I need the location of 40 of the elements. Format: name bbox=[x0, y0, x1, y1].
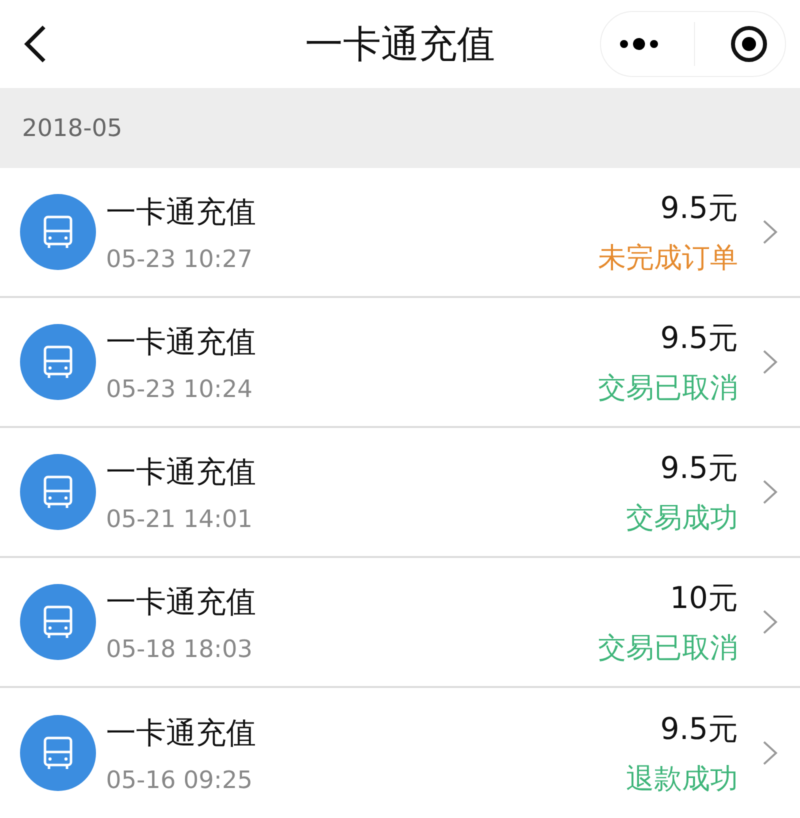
record-time: 05-18 18:03 bbox=[106, 634, 254, 662]
back-icon[interactable] bbox=[22, 24, 48, 64]
bus-icon bbox=[20, 194, 96, 270]
bus-icon bbox=[20, 324, 96, 400]
record-row[interactable]: 一卡通充值 05-18 18:03 10元 交易已取消 bbox=[0, 558, 800, 688]
record-time: 05-23 10:27 bbox=[106, 244, 254, 272]
record-row[interactable]: 一卡通充值 05-23 10:24 9.5元 交易已取消 bbox=[0, 298, 800, 428]
record-status: 交易成功 bbox=[626, 500, 738, 536]
record-title: 一卡通充值 bbox=[106, 454, 256, 492]
record-time: 05-23 10:24 bbox=[106, 374, 254, 402]
record-time: 05-16 09:25 bbox=[106, 766, 254, 794]
page-title: 一卡通充值 bbox=[305, 20, 495, 68]
more-icon[interactable] bbox=[618, 37, 660, 51]
chevron-icon bbox=[762, 609, 778, 635]
record-amount: 9.5元 bbox=[660, 190, 738, 228]
record-row[interactable]: 一卡通充值 05-21 14:01 9.5元 交易成功 bbox=[0, 428, 800, 558]
record-amount: 9.5元 bbox=[660, 320, 738, 358]
record-amount: 9.5元 bbox=[660, 450, 738, 488]
record-status: 交易已取消 bbox=[598, 370, 738, 406]
record-status: 退款成功 bbox=[626, 760, 738, 796]
record-title: 一卡通充值 bbox=[106, 584, 256, 622]
record-status: 未完成订单 bbox=[598, 240, 738, 276]
chevron-icon bbox=[762, 479, 778, 505]
record-amount: 9.5元 bbox=[660, 710, 738, 748]
chevron-icon bbox=[762, 740, 778, 766]
record-amount: 10元 bbox=[670, 580, 738, 618]
bus-icon bbox=[20, 715, 96, 791]
close-icon[interactable] bbox=[730, 25, 768, 63]
record-row[interactable]: 一卡通充值 05-23 10:27 9.5元 未完成订单 bbox=[0, 168, 800, 298]
month-label: 2018-05 bbox=[22, 114, 122, 142]
record-title: 一卡通充值 bbox=[106, 324, 256, 362]
record-row[interactable]: 一卡通充值 05-16 09:25 9.5元 退款成功 bbox=[0, 688, 800, 818]
chevron-icon bbox=[762, 219, 778, 245]
record-time: 05-21 14:01 bbox=[106, 504, 254, 532]
record-status: 交易已取消 bbox=[598, 630, 738, 666]
chevron-icon bbox=[762, 349, 778, 375]
bus-icon bbox=[20, 584, 96, 660]
record-title: 一卡通充值 bbox=[106, 714, 256, 752]
record-title: 一卡通充值 bbox=[106, 194, 256, 232]
bus-icon bbox=[20, 454, 96, 530]
